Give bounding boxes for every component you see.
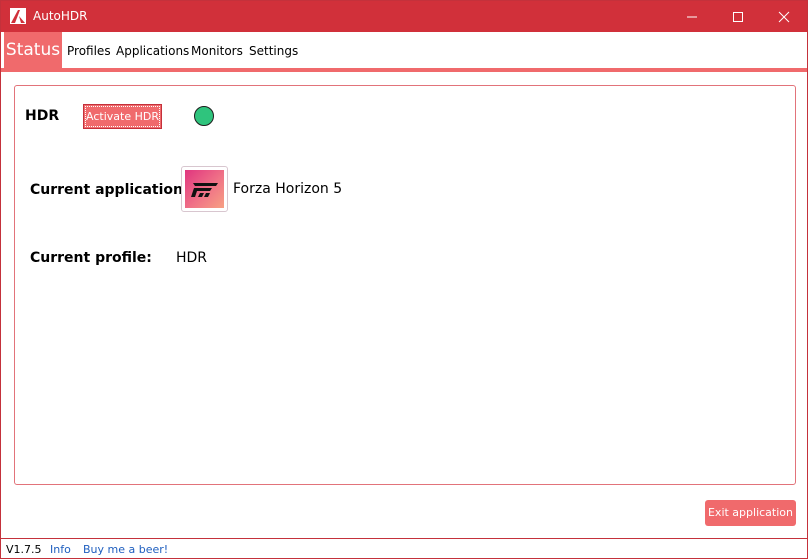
maximize-button[interactable] <box>715 1 761 32</box>
tab-status[interactable]: Status <box>4 32 62 68</box>
close-button[interactable] <box>761 1 807 32</box>
tab-underline <box>1 68 807 72</box>
autohdr-logo-icon <box>10 8 26 24</box>
tab-monitors[interactable]: Monitors <box>191 32 243 68</box>
window-title: AutoHDR <box>33 9 88 23</box>
forza-horizon-icon <box>185 170 224 208</box>
minimize-icon <box>687 16 697 18</box>
close-icon <box>778 11 790 23</box>
buy-me-a-beer-link[interactable]: Buy me a beer! <box>83 543 168 556</box>
current-application-thumbnail <box>181 166 228 212</box>
tab-settings[interactable]: Settings <box>249 32 298 68</box>
hdr-label: HDR <box>25 108 60 124</box>
current-application-name: Forza Horizon 5 <box>233 181 343 197</box>
current-profile-value: HDR <box>176 250 208 266</box>
minimize-button[interactable] <box>669 1 715 32</box>
version-label: V1.7.5 <box>6 543 42 556</box>
current-profile-label: Current profile: <box>30 250 152 266</box>
tab-profiles[interactable]: Profiles <box>67 32 111 68</box>
activate-hdr-button[interactable]: Activate HDR <box>83 104 162 129</box>
tab-bar: Status Profiles Applications Monitors Se… <box>1 32 807 68</box>
exit-application-button[interactable]: Exit application <box>705 500 796 526</box>
current-application-label: Current application <box>30 182 183 198</box>
tab-applications[interactable]: Applications <box>116 32 189 68</box>
status-panel <box>14 85 796 485</box>
hdr-status-indicator <box>194 106 214 126</box>
title-bar[interactable]: AutoHDR <box>1 1 807 32</box>
status-bar-divider <box>1 538 807 539</box>
info-link[interactable]: Info <box>50 543 71 556</box>
app-window: AutoHDR Status Profiles Applications Mon… <box>0 0 808 559</box>
maximize-icon <box>733 12 743 22</box>
